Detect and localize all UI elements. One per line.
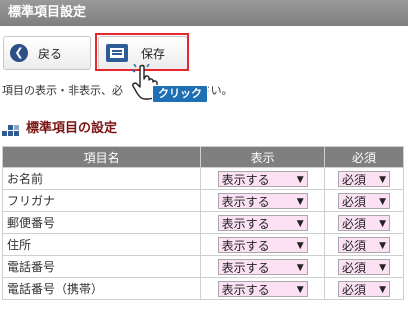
required-select[interactable]: 必須 ▼ xyxy=(338,280,391,297)
display-select-value: 表示する xyxy=(221,282,270,297)
dropdown-arrow-icon: ▼ xyxy=(296,262,304,273)
required-select-value: 必須 xyxy=(342,194,367,209)
click-annotation: クリック xyxy=(152,85,208,103)
dropdown-arrow-icon: ▼ xyxy=(379,284,387,295)
display-select-value: 表示する xyxy=(221,260,270,275)
field-name: 住所 xyxy=(1,233,202,256)
display-select[interactable]: 表示する ▼ xyxy=(217,214,308,231)
required-select-value: 必須 xyxy=(342,172,367,187)
table-row: フリガナ 表示する ▼ 必須 ▼ xyxy=(1,189,404,212)
dropdown-arrow-icon: ▼ xyxy=(296,174,304,185)
dropdown-arrow-icon: ▼ xyxy=(379,262,387,273)
column-header-required: 必須 xyxy=(324,146,404,168)
field-name: 郵便番号 xyxy=(1,211,202,234)
display-select-value: 表示する xyxy=(221,172,270,187)
field-name: 電話番号（携帯） xyxy=(1,277,202,300)
column-header-name: 項目名 xyxy=(1,146,202,168)
required-select-value: 必須 xyxy=(342,238,367,253)
dropdown-arrow-icon: ▼ xyxy=(379,218,387,229)
display-select[interactable]: 表示する ▼ xyxy=(217,258,308,275)
dropdown-arrow-icon: ▼ xyxy=(296,218,304,229)
required-select-value: 必須 xyxy=(342,216,367,231)
required-select[interactable]: 必須 ▼ xyxy=(338,192,391,209)
page-title: 標準項目設定 xyxy=(0,0,408,26)
back-button-label: 戻る xyxy=(38,47,63,61)
required-select-value: 必須 xyxy=(342,282,367,297)
table-row: 住所 表示する ▼ 必須 ▼ xyxy=(1,233,404,256)
field-name: お名前 xyxy=(1,167,202,190)
dropdown-arrow-icon: ▼ xyxy=(379,240,387,251)
dropdown-arrow-icon: ▼ xyxy=(379,174,387,185)
column-header-display: 表示 xyxy=(200,146,326,168)
display-select[interactable]: 表示する ▼ xyxy=(217,170,308,187)
instruction-prefix: 項目の表示・非表示、必 xyxy=(2,84,123,97)
display-select[interactable]: 表示する ▼ xyxy=(217,192,308,209)
dropdown-arrow-icon: ▼ xyxy=(379,196,387,207)
required-select-value: 必須 xyxy=(342,260,367,275)
standard-fields-table: 項目名 表示 必須 お名前 表示する ▼ 必須 ▼ フリガナ 表示する ▼ 必須 ▼ 郵… xyxy=(1,146,404,300)
display-select[interactable]: 表示する ▼ xyxy=(217,280,308,297)
display-select-value: 表示する xyxy=(221,194,270,209)
dropdown-arrow-icon: ▼ xyxy=(296,284,304,295)
section-title: 標準項目の設定 xyxy=(26,121,118,136)
back-arrow-icon: ❮ xyxy=(10,44,28,62)
required-select[interactable]: 必須 ▼ xyxy=(338,258,391,275)
table-row: 郵便番号 表示する ▼ 必須 ▼ xyxy=(1,211,404,234)
dropdown-arrow-icon: ▼ xyxy=(296,196,304,207)
display-select-value: 表示する xyxy=(221,238,270,253)
required-select[interactable]: 必須 ▼ xyxy=(338,170,391,187)
table-row: 電話番号 表示する ▼ 必須 ▼ xyxy=(1,255,404,278)
dropdown-arrow-icon: ▼ xyxy=(296,240,304,251)
grid-squares-icon xyxy=(2,123,20,137)
table-row: お名前 表示する ▼ 必須 ▼ xyxy=(1,167,404,190)
display-select[interactable]: 表示する ▼ xyxy=(217,236,308,253)
required-select[interactable]: 必須 ▼ xyxy=(338,214,391,231)
field-name: フリガナ xyxy=(1,189,202,212)
table-header-row: 項目名 表示 必須 xyxy=(1,146,404,168)
field-name: 電話番号 xyxy=(1,255,202,278)
table-row: 電話番号（携帯） 表示する ▼ 必須 ▼ xyxy=(1,277,404,300)
display-select-value: 表示する xyxy=(221,216,270,231)
required-select[interactable]: 必須 ▼ xyxy=(338,236,391,253)
back-button[interactable]: ❮ 戻る xyxy=(3,36,91,70)
